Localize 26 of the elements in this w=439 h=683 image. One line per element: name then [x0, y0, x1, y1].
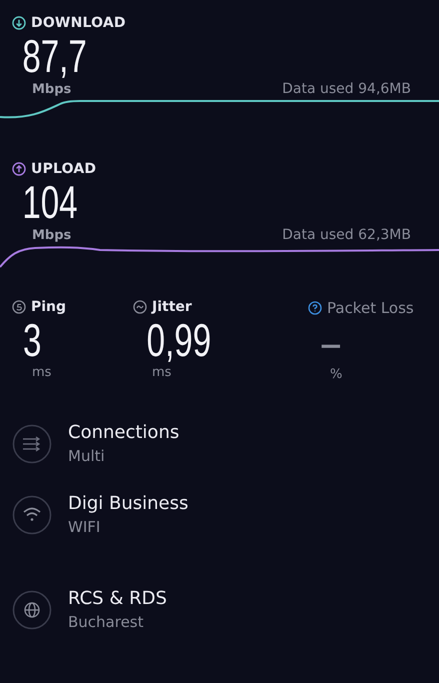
metric-value: – — [320, 317, 342, 367]
metric-label: Packet Loss — [327, 299, 414, 317]
arrows-icon — [12, 424, 52, 464]
metric-value: 3 — [22, 315, 42, 365]
detail-subtitle: WIFI — [68, 518, 102, 536]
unit-label: ms — [151, 365, 172, 380]
detail-subtitle: Bucharest — [68, 613, 145, 631]
unit-label: ms — [31, 365, 52, 380]
speed-value: 87,7 — [21, 31, 88, 81]
detail-title: Digi Business — [68, 493, 188, 514]
data-used-label: Data used 94,6MB — [282, 81, 411, 97]
metric-value: 0,99 — [146, 315, 212, 365]
metric-label: Ping — [31, 299, 66, 315]
speed-value: 104 — [21, 177, 79, 227]
detail-title: RCS & RDS — [68, 588, 167, 609]
detail-subtitle: Multi — [68, 447, 106, 465]
detail-title: Connections — [68, 422, 180, 443]
section-title: UPLOAD — [31, 161, 96, 177]
data-used-label: Data used 62,3MB — [282, 227, 411, 243]
unit-label: Mbps — [32, 228, 72, 243]
globe-icon — [12, 590, 52, 630]
unit-label: Mbps — [32, 82, 72, 97]
wifi-icon — [12, 494, 52, 534]
metric-label: Jitter — [152, 299, 192, 315]
unit-label: % — [329, 367, 344, 382]
section-title: DOWNLOAD — [31, 15, 126, 31]
